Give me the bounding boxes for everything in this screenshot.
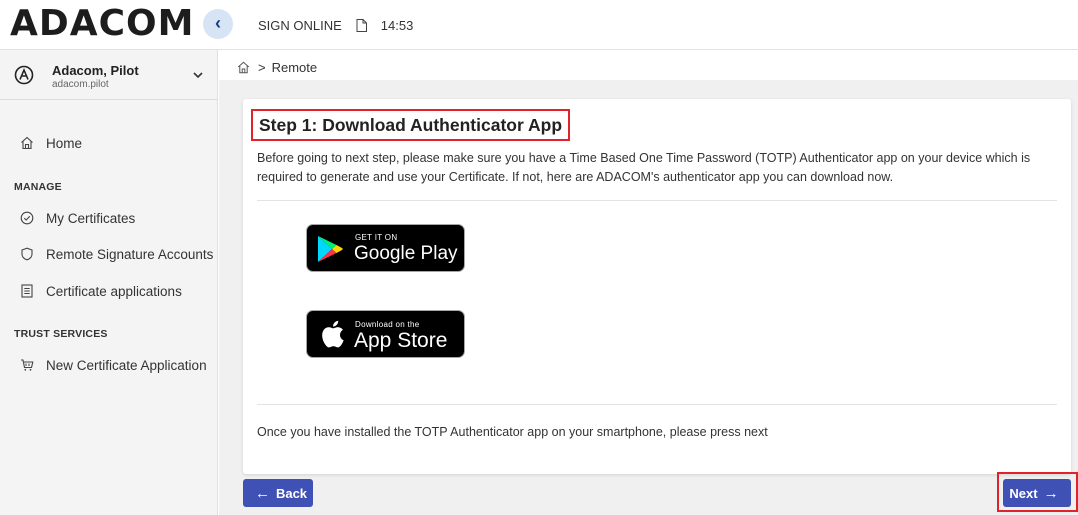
clock-time: 14:53 <box>380 18 414 33</box>
back-button-label: Back <box>275 485 308 501</box>
sidebar-item-home[interactable]: Home <box>0 128 218 158</box>
app-name: SIGN ONLINE <box>258 18 342 33</box>
sidebar-item-my-certificates[interactable]: My Certificates <box>0 203 218 233</box>
google-play-big-text: Google Play <box>354 243 458 264</box>
google-play-badge[interactable]: GET IT ON Google Play <box>306 224 465 272</box>
app-store-badge[interactable]: Download on the App Store <box>306 310 465 358</box>
breadcrumb-current: Remote <box>271 60 318 75</box>
trust-services-section-title: TRUST SERVICES <box>14 328 108 340</box>
step-description: Before going to next step, please make s… <box>257 151 1031 184</box>
back-button[interactable]: ← Back <box>243 479 313 507</box>
home-icon <box>21 136 33 150</box>
chevron-left-icon: ‹ <box>215 13 221 33</box>
app-store-big-text: App Store <box>354 329 448 352</box>
sidebar-item-label: Home <box>46 135 83 151</box>
google-play-small-text: GET IT ON <box>355 233 398 242</box>
sidebar-item-label: New Certificate Application <box>46 357 207 373</box>
sidebar-item-certificate-applications[interactable]: Certificate applications <box>0 276 218 306</box>
next-button[interactable]: Next → <box>1003 479 1071 507</box>
sidebar-item-new-certificate-application[interactable]: New Certificate Application <box>0 350 218 380</box>
user-name: Adacom, Pilot <box>52 63 139 78</box>
breadcrumb: > Remote <box>237 60 317 75</box>
document-icon <box>356 19 367 32</box>
collapse-sidebar-button[interactable]: ‹ <box>203 9 233 39</box>
sidebar-item-label: My Certificates <box>46 210 136 226</box>
sidebar-item-remote-signature-accounts[interactable]: Remote Signature Accounts <box>0 239 218 269</box>
sidebar: Adacom, Pilot adacom.pilot Home MANAGE M… <box>0 50 218 515</box>
check-circle-icon <box>20 211 34 225</box>
shield-icon <box>21 247 33 261</box>
divider <box>257 404 1057 405</box>
divider <box>257 200 1057 201</box>
app-info: SIGN ONLINE 14:53 <box>258 18 413 33</box>
adacom-logo[interactable]: ADACOM <box>10 4 194 44</box>
sidebar-item-label: Remote Signature Accounts <box>46 246 214 262</box>
step-footer-text: Once you have installed the TOTP Authent… <box>257 425 768 439</box>
sidebar-item-label: Certificate applications <box>46 283 182 299</box>
document-list-icon <box>21 284 33 298</box>
next-button-label: Next <box>1009 485 1038 501</box>
chevron-down-icon[interactable] <box>192 70 204 80</box>
top-bar: ADACOM ‹ SIGN ONLINE 14:53 <box>0 0 1078 50</box>
app-store-small-text: Download on the <box>355 320 420 329</box>
user-circle-icon <box>14 65 34 85</box>
arrow-right-icon: → <box>1043 484 1059 502</box>
google-play-icon <box>318 236 343 262</box>
home-icon[interactable] <box>237 61 250 74</box>
arrow-left-icon: ← <box>254 484 270 502</box>
step-title: Step 1: Download Authenticator App <box>251 109 571 141</box>
user-username: adacom.pilot <box>52 79 109 90</box>
manage-section-title: MANAGE <box>14 181 62 193</box>
user-menu[interactable]: Adacom, Pilot adacom.pilot <box>0 50 218 100</box>
apple-icon <box>322 320 344 348</box>
breadcrumb-separator: > <box>258 60 266 75</box>
cart-icon <box>21 359 34 371</box>
